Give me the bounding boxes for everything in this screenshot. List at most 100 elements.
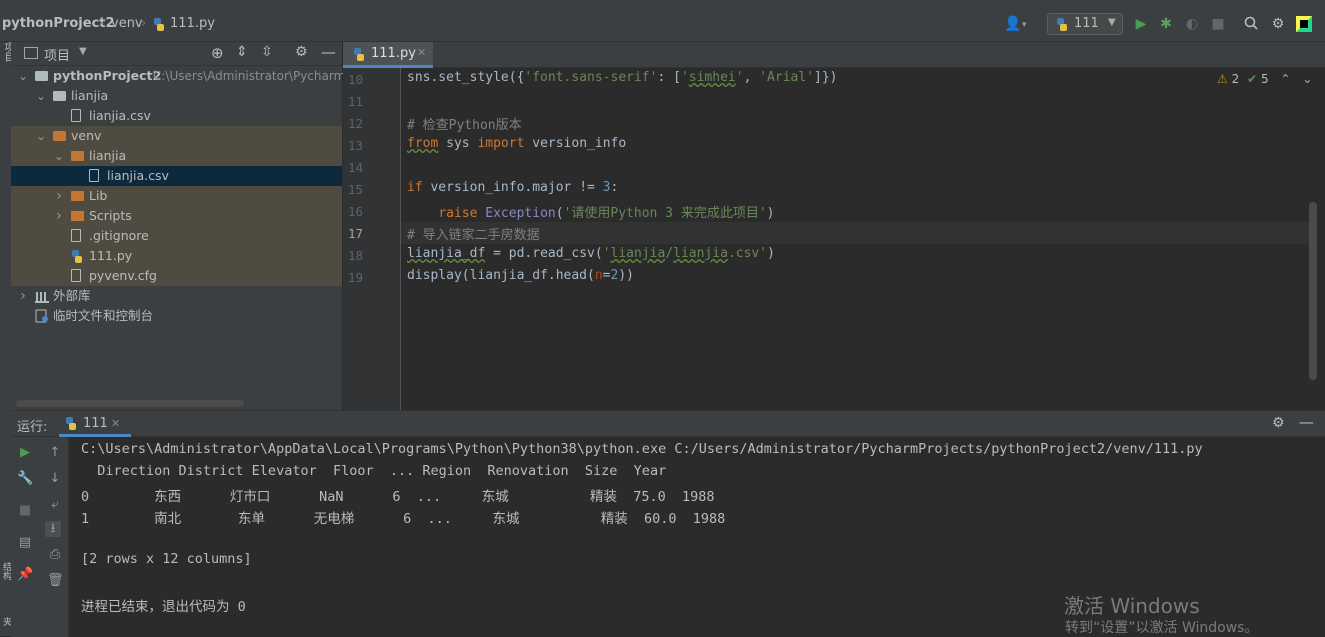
- python-file-icon: [153, 18, 165, 31]
- run-icon[interactable]: ▶: [1133, 16, 1149, 32]
- tree-item[interactable]: ⌄ pythonProject2 C:\Users\Administrator\Py…: [11, 66, 345, 86]
- chevron-down-icon[interactable]: ⌄: [35, 86, 47, 106]
- down-arrow-icon[interactable]: ↓: [47, 471, 63, 487]
- tree-item[interactable]: pyvenv.cfg: [11, 266, 342, 286]
- scratch-icon: [35, 309, 48, 323]
- hide-panel-icon[interactable]: —: [321, 43, 336, 61]
- breadcrumb-file[interactable]: 111.py: [170, 16, 215, 31]
- collapse-all-icon[interactable]: ⇳: [261, 44, 273, 60]
- close-icon[interactable]: ✕: [417, 46, 426, 59]
- library-icon: [35, 289, 49, 303]
- print-icon[interactable]: ⎙: [47, 547, 63, 563]
- tree-item-label: 外部库: [53, 288, 91, 303]
- code-line-17[interactable]: # 导入链家二手房数据: [407, 224, 540, 243]
- tree-item[interactable]: lianjia.csv: [11, 106, 342, 126]
- line-number: 15: [347, 182, 363, 197]
- run-panel-header: 运行: 111 ✕ ⚙ —: [11, 411, 1325, 437]
- tree-item[interactable]: ⌄ lianjia: [11, 86, 342, 106]
- chevron-right-icon[interactable]: ›: [53, 186, 65, 206]
- tree-item[interactable]: › 外部库: [11, 286, 342, 306]
- chevron-right-icon[interactable]: ›: [17, 286, 29, 306]
- gear-icon[interactable]: ⚙: [1270, 16, 1286, 32]
- scroll-to-end-icon[interactable]: ⭳: [45, 521, 61, 537]
- tree-item[interactable]: lianjia.csv: [11, 166, 342, 186]
- gear-icon[interactable]: ⚙: [1272, 415, 1285, 431]
- user-icon[interactable]: 👤: [1004, 16, 1021, 32]
- run-tab-111[interactable]: 111 ✕: [59, 411, 131, 437]
- project-horizontal-scrollbar[interactable]: [16, 400, 244, 407]
- hide-panel-icon[interactable]: —: [1299, 413, 1314, 431]
- tree-item[interactable]: › Scripts: [11, 206, 342, 226]
- run-config-label: 111: [1074, 16, 1099, 31]
- rerun-icon[interactable]: ▶: [17, 445, 33, 461]
- chevron-up-icon[interactable]: ⌃: [1280, 72, 1290, 86]
- code-line-15[interactable]: if version_info.major != 3:: [407, 180, 618, 195]
- code-line-19[interactable]: display(lianjia_df.head(n=2)): [407, 268, 634, 283]
- line-number: 11: [347, 94, 363, 109]
- up-arrow-icon[interactable]: ↑: [47, 445, 63, 461]
- project-panel-title[interactable]: 项目: [44, 45, 70, 64]
- file-icon: [71, 229, 81, 242]
- tree-item-label: 临时文件和控制台: [53, 308, 154, 323]
- run-configuration-select[interactable]: 111 ▼: [1047, 13, 1123, 35]
- tree-item-label: lianjia.csv: [107, 168, 169, 183]
- expand-all-icon[interactable]: ⇕: [236, 44, 248, 60]
- locate-file-icon[interactable]: ⊕: [211, 44, 224, 62]
- folder-icon: [71, 191, 84, 201]
- breadcrumb-separator: ›: [98, 16, 104, 31]
- console-line: C:\Users\Administrator\AppData\Local\Pro…: [81, 441, 1203, 457]
- navigation-bar: pythonProject2 › venv › 111.py 👤 ▾ 111 ▼…: [0, 8, 1325, 42]
- stop-icon[interactable]: ■: [1210, 16, 1226, 32]
- folder-icon: [53, 91, 66, 101]
- warning-icon: ⚠: [1217, 72, 1228, 86]
- chevron-down-icon[interactable]: ⌄: [17, 66, 29, 86]
- tree-item[interactable]: 111.py: [11, 246, 342, 266]
- tree-item[interactable]: 临时文件和控制台: [11, 306, 342, 326]
- folder-icon: [35, 71, 48, 81]
- tree-item-label: Scripts: [89, 208, 132, 223]
- close-icon[interactable]: ✕: [111, 417, 120, 430]
- chevron-down-icon[interactable]: ▼: [79, 46, 87, 57]
- tab-111-py[interactable]: 111.py ✕: [343, 42, 433, 68]
- tree-item[interactable]: › Lib: [11, 186, 342, 206]
- coverage-icon[interactable]: ◐: [1184, 16, 1200, 32]
- console-line: 0 东西 灯市口 NaN 6 ... 东城 精装 75.0 1988: [81, 489, 715, 505]
- trash-icon[interactable]: 🗑: [47, 573, 64, 589]
- tree-item-label: pyvenv.cfg: [89, 268, 157, 283]
- chevron-down-icon[interactable]: ⌄: [35, 126, 47, 146]
- tree-item[interactable]: ⌄ venv: [11, 126, 342, 146]
- windows-activation-subtext: 转到“设置”以激活 Windows。: [1065, 620, 1259, 636]
- code-line-13[interactable]: from sys import version_info: [407, 136, 626, 151]
- debug-icon[interactable]: ✱: [1158, 16, 1174, 32]
- stop-icon[interactable]: ■: [17, 503, 33, 519]
- soft-wrap-icon[interactable]: ⤶: [47, 497, 63, 513]
- menu-bar: [0, 0, 1325, 8]
- console-line: 进程已结束，退出代码为 0: [81, 599, 246, 615]
- tree-item-label: lianjia: [89, 148, 127, 163]
- wrench-icon[interactable]: 🔧: [17, 471, 33, 487]
- chevron-right-icon[interactable]: ›: [53, 206, 65, 226]
- tree-item[interactable]: .gitignore: [11, 226, 342, 246]
- tree-item-label: pythonProject2: [53, 68, 162, 83]
- inspection-widget[interactable]: ⚠ 2 ✔ 5 ⌃ ⌄: [1217, 72, 1312, 86]
- console-line: [2 rows x 12 columns]: [81, 551, 252, 567]
- tree-item[interactable]: ⌄ lianjia: [11, 146, 342, 166]
- python-file-icon: [1056, 18, 1068, 31]
- pin-icon[interactable]: 📌: [17, 567, 33, 583]
- layout-icon[interactable]: ▤: [17, 535, 33, 551]
- chevron-down-icon[interactable]: ⌄: [1302, 72, 1312, 86]
- breadcrumb-folder[interactable]: venv: [111, 16, 143, 31]
- editor-vertical-scrollbar[interactable]: [1309, 202, 1317, 380]
- pycharm-logo-icon[interactable]: [1296, 16, 1312, 32]
- chevron-down-icon[interactable]: ⌄: [53, 146, 65, 166]
- code-line-12[interactable]: # 检查Python版本: [407, 114, 522, 133]
- run-toolbar: ▶ ↑ 🔧 ↓ ■ ⤶ ⭳ ▤ ⎙ 📌 🗑: [11, 437, 69, 637]
- code-line-16[interactable]: raise Exception('请使用Python 3 来完成此项目'): [407, 202, 774, 221]
- ok-count: 5: [1260, 72, 1269, 86]
- tree-item-label: 111.py: [89, 248, 133, 263]
- search-icon[interactable]: [1243, 16, 1259, 32]
- code-line-18[interactable]: lianjia_df = pd.read_csv('lianjia/lianji…: [407, 246, 775, 261]
- code-line-10[interactable]: sns.set_style({'font.sans-serif': ['simh…: [407, 70, 838, 85]
- gear-icon[interactable]: ⚙: [295, 44, 308, 60]
- tab-label: 111.py: [371, 46, 416, 61]
